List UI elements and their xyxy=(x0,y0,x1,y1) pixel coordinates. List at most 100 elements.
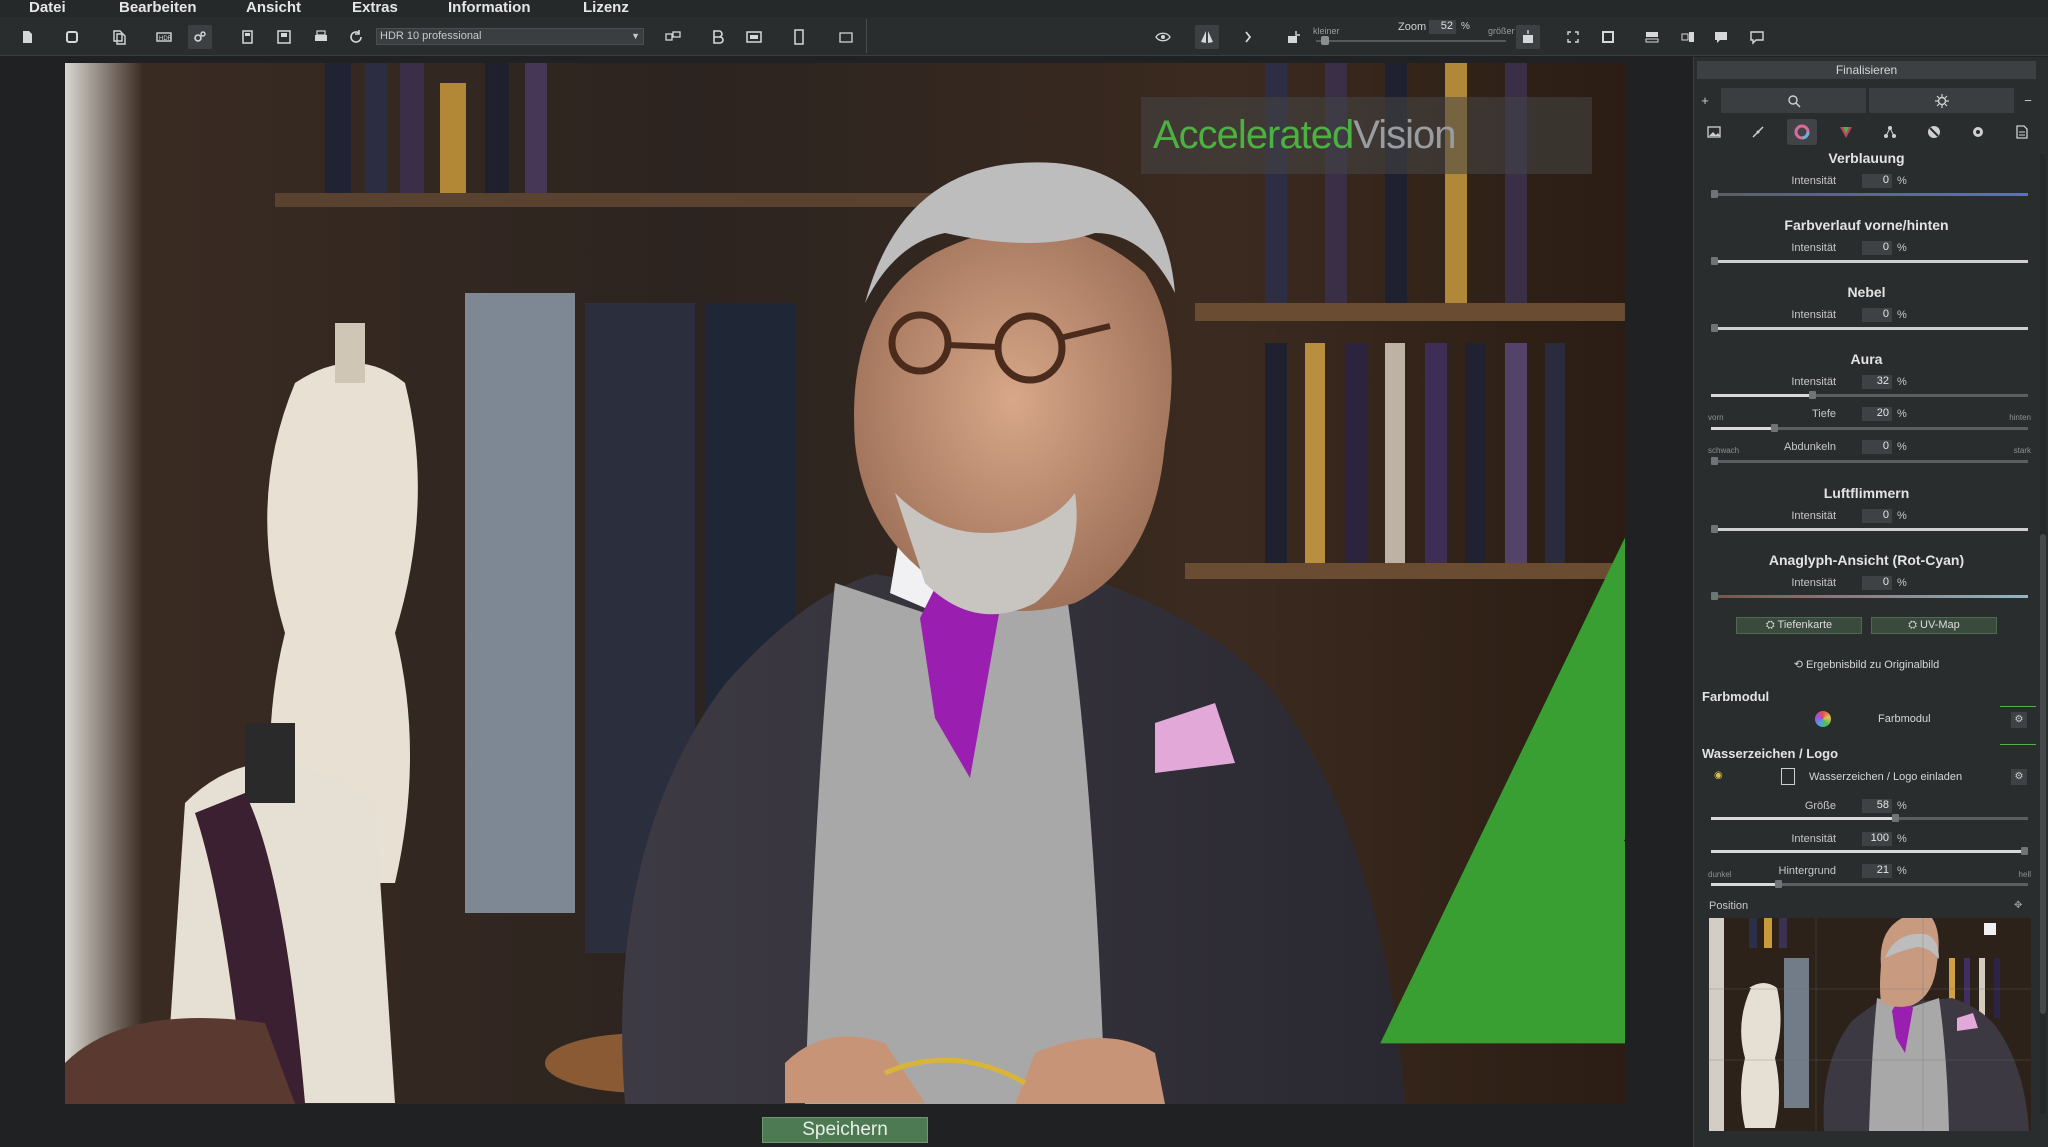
tab-search[interactable] xyxy=(1721,88,1866,113)
tab-settings[interactable] xyxy=(1869,88,2014,113)
menu-ansicht[interactable]: Ansicht xyxy=(246,0,301,16)
preview-image[interactable]: AcceleratedVision xyxy=(65,63,1625,1104)
aura-darken-value[interactable]: 0 xyxy=(1862,440,1892,454)
luftflimmern-intensity-value[interactable]: 0 xyxy=(1862,509,1892,523)
gear-module-icon[interactable] xyxy=(1963,119,1993,145)
panel-scrollbar[interactable] xyxy=(2040,154,2046,1114)
background-left-hint: dunkel xyxy=(1708,870,1732,879)
remove-tab-button[interactable]: − xyxy=(2020,88,2036,113)
prism-icon[interactable] xyxy=(1831,119,1861,145)
depth-map-button[interactable]: ⛭ Tiefenkarte xyxy=(1736,617,1862,634)
watermark-intensity-slider[interactable] xyxy=(1711,847,2028,855)
visibility-icon[interactable]: ◉ xyxy=(1714,770,1723,781)
export-icon[interactable] xyxy=(1745,25,1769,49)
view-side-icon[interactable] xyxy=(1676,25,1700,49)
zoom-out-icon[interactable] xyxy=(1282,25,1306,49)
luftflimmern-intensity-slider[interactable] xyxy=(1711,525,2028,533)
slider-handle[interactable] xyxy=(1711,190,1718,198)
verblauung-intensity-slider[interactable] xyxy=(1711,190,2028,198)
slider-handle[interactable] xyxy=(1711,525,1718,533)
result-link-label: Ergebnisbild zu Originalbild xyxy=(1805,659,1940,671)
slider-handle[interactable] xyxy=(1711,457,1718,465)
section-verblauung-title: Verblauung xyxy=(1828,150,1905,166)
slider-handle[interactable] xyxy=(1809,391,1817,399)
view-top-icon[interactable] xyxy=(1640,25,1664,49)
scrollbar-thumb[interactable] xyxy=(2040,534,2046,1014)
zoom-slider[interactable] xyxy=(1316,40,1506,42)
zoom-in-icon[interactable] xyxy=(1516,25,1540,49)
slider-handle[interactable] xyxy=(1771,424,1779,432)
anaglyph-intensity-slider[interactable] xyxy=(1711,592,2028,600)
document-icon[interactable] xyxy=(2007,119,2037,145)
menu-extras[interactable]: Extras xyxy=(352,0,398,16)
slider-handle[interactable] xyxy=(1711,592,1718,600)
watermark-load-row[interactable]: ◉ Wasserzeichen / Logo einladen ⚙ xyxy=(1697,766,2036,788)
slider-handle[interactable] xyxy=(1711,257,1718,265)
menu-information[interactable]: Information xyxy=(448,0,531,16)
save-as-icon[interactable] xyxy=(272,25,296,49)
layout-split-icon[interactable] xyxy=(661,25,685,49)
watermark-intensity-value[interactable]: 100 xyxy=(1862,832,1892,846)
print-icon[interactable] xyxy=(309,25,333,49)
mirror-icon[interactable] xyxy=(1195,25,1219,49)
watermark-background-slider[interactable] xyxy=(1711,880,2028,888)
save-button[interactable]: Speichern xyxy=(762,1117,928,1143)
save-file-icon[interactable] xyxy=(235,25,259,49)
crop-tall-icon[interactable] xyxy=(787,25,811,49)
hdr-merge-icon[interactable]: HDR xyxy=(152,25,176,49)
refresh-icon[interactable] xyxy=(344,25,368,49)
watermark-settings-button[interactable]: ⚙ xyxy=(2011,769,2027,785)
farbmodul-settings-button[interactable]: ⚙ xyxy=(2011,712,2027,728)
farbmodul-label: Farbmodul xyxy=(1878,713,1931,725)
farbverlauf-intensity-value[interactable]: 0 xyxy=(1862,241,1892,255)
aura-darken-slider[interactable] xyxy=(1711,457,2028,465)
slider-fill xyxy=(1711,817,1895,820)
lens-icon[interactable] xyxy=(1919,119,1949,145)
frame-icon[interactable] xyxy=(834,25,858,49)
aura-depth-value[interactable]: 20 xyxy=(1862,407,1892,421)
compare-b-icon[interactable] xyxy=(706,25,730,49)
nebel-intensity-slider[interactable] xyxy=(1711,324,2028,332)
aura-intensity-value[interactable]: 32 xyxy=(1862,375,1892,389)
curve-icon[interactable] xyxy=(1743,119,1773,145)
slider-handle[interactable] xyxy=(1711,324,1718,332)
result-vs-original-link[interactable]: ⟲ Ergebnisbild zu Originalbild xyxy=(1697,658,2036,675)
watermark-size-value[interactable]: 58 xyxy=(1862,799,1892,813)
open-file-icon[interactable] xyxy=(60,25,84,49)
eye-icon[interactable] xyxy=(1151,25,1175,49)
slider-fill xyxy=(1711,394,1813,397)
batch-files-icon[interactable] xyxy=(107,25,131,49)
watermark-background-value[interactable]: 21 xyxy=(1862,864,1892,878)
move-icon[interactable]: ✥ xyxy=(2014,900,2022,911)
comment-icon[interactable] xyxy=(1709,25,1733,49)
verblauung-intensity-value[interactable]: 0 xyxy=(1862,174,1892,188)
image-icon[interactable] xyxy=(1699,119,1729,145)
menu-datei[interactable]: Datei xyxy=(29,0,66,16)
zoom-slider-handle[interactable] xyxy=(1320,36,1329,45)
slideshow-icon[interactable] xyxy=(742,25,766,49)
slider-handle[interactable] xyxy=(2021,847,2028,855)
farbverlauf-intensity-slider[interactable] xyxy=(1711,257,2028,265)
slider-handle[interactable] xyxy=(1891,814,1899,822)
menu-lizenz[interactable]: Lizenz xyxy=(583,0,629,16)
actual-size-icon[interactable] xyxy=(1596,25,1620,49)
slider-handle[interactable] xyxy=(1774,880,1782,888)
color-wheel-icon[interactable] xyxy=(1787,119,1817,145)
add-tab-button[interactable]: + xyxy=(1697,88,1713,113)
nodes-icon[interactable] xyxy=(1875,119,1905,145)
nebel-intensity-value[interactable]: 0 xyxy=(1862,308,1892,322)
menu-bearbeiten[interactable]: Bearbeiten xyxy=(119,0,197,16)
position-preview-thumbnail[interactable] xyxy=(1709,918,2031,1131)
uv-map-button[interactable]: ⛭ UV-Map xyxy=(1871,617,1997,634)
watermark-size-slider[interactable] xyxy=(1711,814,2028,822)
aura-depth-slider[interactable] xyxy=(1711,424,2028,432)
new-file-icon[interactable] xyxy=(15,25,39,49)
preset-select[interactable]: HDR 10 professional ▼ xyxy=(376,28,644,45)
farbmodul-row[interactable]: Farbmodul ⚙ xyxy=(1697,709,2036,731)
settings-gears-icon[interactable] xyxy=(188,25,212,49)
anaglyph-intensity-value[interactable]: 0 xyxy=(1862,576,1892,590)
more-vertical-icon[interactable] xyxy=(1236,25,1260,49)
aura-intensity-slider[interactable] xyxy=(1711,391,2028,399)
zoom-value-field[interactable]: 52 xyxy=(1429,20,1456,34)
fit-screen-icon[interactable] xyxy=(1561,25,1585,49)
